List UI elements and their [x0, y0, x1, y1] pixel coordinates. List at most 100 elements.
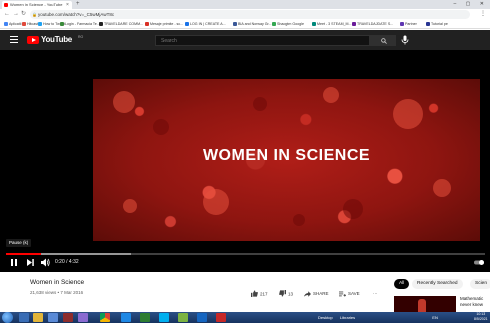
bookmark-favicon-icon: [99, 22, 103, 26]
address-url: youtube.com/watch?v=_C5wMjAwT8c: [38, 12, 115, 17]
chrome-icon[interactable]: [100, 313, 110, 322]
bookmark-item[interactable]: Meet - 3 STEAM_M...: [312, 20, 352, 28]
youtube-header: YouTube RO: [0, 30, 490, 50]
bookmark-label: Shaogtm Google: [277, 22, 304, 26]
window-controls[interactable]: – ▢ ✕: [454, 0, 488, 8]
thumbs-down-icon: [279, 290, 286, 297]
recommended-title[interactable]: Mathematic never knew: [460, 296, 490, 308]
volume-icon[interactable]: [41, 258, 50, 267]
back-arrow-icon[interactable]: ←: [4, 10, 10, 19]
start-button[interactable]: [2, 312, 13, 323]
bookmark-item[interactable]: BIA and Norway Gr...: [233, 20, 272, 28]
share-button[interactable]: SHARE: [304, 290, 329, 298]
bookmark-item[interactable]: Aplicatii: [4, 20, 21, 28]
bookmark-item[interactable]: Tutorial pe: [426, 20, 448, 28]
word-icon[interactable]: [197, 313, 207, 322]
thumbnail-figure: [418, 299, 426, 312]
share-arrow-icon: [304, 290, 311, 297]
clock[interactable]: 10:13 8/5/2021: [474, 312, 488, 322]
like-count: 217: [260, 291, 268, 297]
address-bar[interactable]: 🔒 youtube.com/watch?v=_C5wMjAwT8c ☆: [30, 10, 470, 19]
bookmark-label: TRAVELDAJDATE S...: [357, 22, 394, 26]
bookmark-favicon-icon: [312, 22, 316, 26]
save-playlist-icon: [339, 291, 346, 297]
video-player[interactable]: WOMEN IN SCIENCE Pause (k) 0:20 / 4:32: [0, 50, 490, 272]
recommended-thumbnail[interactable]: [394, 296, 456, 312]
clock-date: 8/5/2021: [474, 317, 488, 321]
bookmark-item[interactable]: TRAVELDARE COMM...: [99, 20, 144, 28]
dislike-button[interactable]: 13: [279, 290, 293, 299]
progress-played: [6, 253, 42, 255]
bookmark-favicon-icon: [272, 22, 276, 26]
microphone-icon[interactable]: [401, 35, 409, 45]
system-tray: Desktop Libraries EN: [318, 312, 438, 323]
folder-icon[interactable]: [33, 313, 43, 322]
browser-tab[interactable]: Women in Science - YouTube ×: [2, 1, 72, 9]
tab-title: Women in Science - YouTube: [10, 2, 63, 7]
bookmark-favicon-icon: [4, 22, 8, 26]
bookmark-label: BIA and Norway Gr...: [238, 22, 272, 26]
browser-tab-strip: Women in Science - YouTube × + – ▢ ✕: [0, 0, 490, 9]
hamburger-menu-icon[interactable]: [10, 36, 18, 44]
bookmark-favicon-icon: [352, 22, 356, 26]
pdf-icon[interactable]: [216, 313, 226, 322]
reload-icon[interactable]: ↻: [21, 10, 26, 19]
bookmark-label: TRAVELDARE COMM...: [104, 22, 144, 26]
more-actions-button[interactable]: ···: [373, 290, 378, 298]
bookmark-favicon-icon: [22, 22, 26, 26]
autoplay-toggle-icon[interactable]: [474, 258, 484, 267]
country-code: RO: [78, 35, 84, 39]
viber-icon[interactable]: [78, 313, 88, 322]
video-frame[interactable]: WOMEN IN SCIENCE: [93, 79, 480, 241]
bookmark-favicon-icon: [400, 22, 404, 26]
bookmark-label: Login - Farmacia Te...: [65, 22, 100, 26]
bookmark-item[interactable]: Login - Farmacia Te...: [60, 20, 100, 28]
skype-icon[interactable]: [159, 313, 169, 322]
browser-menu-icon[interactable]: ⋮: [480, 10, 486, 19]
bookmark-item[interactable]: LOG IN | CREATE A...: [185, 20, 226, 28]
search-button[interactable]: [370, 35, 396, 46]
new-tab-button[interactable]: +: [76, 1, 80, 8]
chip-all[interactable]: All: [394, 279, 410, 289]
spotify-icon[interactable]: [140, 313, 150, 322]
bookmark-item[interactable]: Partner: [400, 20, 417, 28]
thumbs-up-icon: [251, 290, 258, 297]
save-button[interactable]: SAVE: [339, 290, 360, 298]
bookmark-item[interactable]: Shaogtm Google: [272, 20, 304, 28]
video-title: Women in Science: [30, 279, 85, 286]
video-overlay-title: WOMEN IN SCIENCE: [202, 147, 371, 164]
bookmark-favicon-icon: [38, 22, 42, 26]
youtube-wordmark: YouTube: [41, 35, 72, 44]
bookmark-item[interactable]: Mesaje primite - sc...: [145, 20, 184, 28]
youtube-play-logo-icon: [27, 36, 39, 44]
ie-icon[interactable]: [121, 313, 131, 322]
bookmark-label: Tutorial pe: [431, 22, 448, 26]
tab-close-icon[interactable]: ×: [66, 2, 69, 8]
chip-science[interactable]: Scien: [470, 279, 490, 289]
like-button[interactable]: 217: [251, 290, 268, 299]
time-display: 0:20 / 4:32: [55, 259, 79, 265]
desktop-label[interactable]: Desktop: [318, 315, 333, 320]
media-icon[interactable]: [48, 313, 58, 322]
browser-toolbar: ← → ↻ 🔒 youtube.com/watch?v=_C5wMjAwT8c …: [0, 9, 490, 20]
bookmark-favicon-icon: [145, 22, 149, 26]
search-icon: [381, 38, 387, 44]
recommended-title-line2: never knew: [460, 302, 484, 307]
app-icon-2[interactable]: [178, 313, 188, 322]
pause-tooltip: Pause (k): [6, 239, 32, 247]
explorer-icon[interactable]: [19, 313, 29, 322]
forward-arrow-icon[interactable]: →: [13, 10, 19, 19]
next-video-icon[interactable]: [27, 259, 34, 266]
progress-bar[interactable]: [6, 253, 485, 255]
bookmark-item[interactable]: Hitcast: [22, 20, 38, 28]
bookmark-label: Mesaje primite - sc...: [150, 22, 184, 26]
language-indicator[interactable]: EN: [432, 315, 438, 320]
pause-icon[interactable]: [11, 259, 17, 266]
bookmark-label: Hitcast: [27, 22, 38, 26]
chip-recently-searched[interactable]: Recently Searched: [412, 279, 463, 289]
lock-icon: 🔒: [32, 12, 37, 17]
libraries-label[interactable]: Libraries: [340, 315, 355, 320]
app-icon[interactable]: [63, 313, 73, 322]
bookmark-item[interactable]: TRAVELDAJDATE S...: [352, 20, 394, 28]
search-input[interactable]: [155, 35, 370, 46]
